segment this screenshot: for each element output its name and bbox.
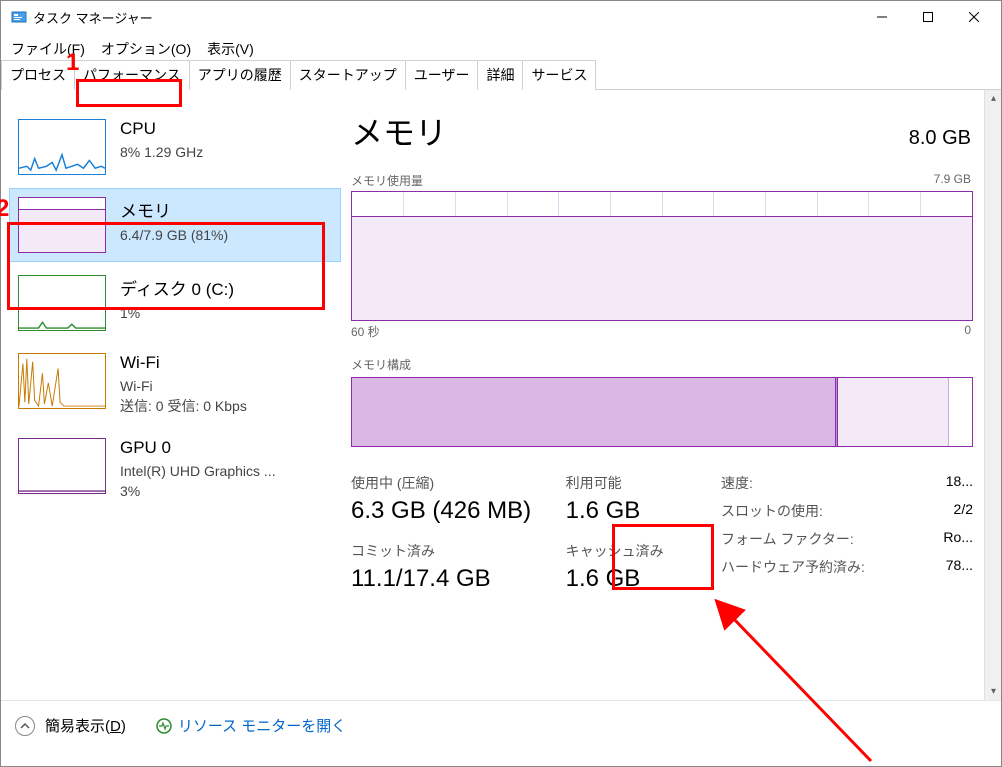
- minimize-button[interactable]: [859, 2, 905, 32]
- simple-view-link[interactable]: 簡易表示(D): [45, 715, 126, 736]
- tab-users[interactable]: ユーザー: [405, 60, 479, 90]
- menu-file[interactable]: ファイル(F): [3, 35, 93, 59]
- chevron-up-icon: [20, 721, 30, 731]
- wifi-text: Wi-Fi Wi-Fi 送信: 0 受信: 0 Kbps: [120, 353, 247, 416]
- sidebar-item-disk[interactable]: ディスク 0 (C:) 1%: [9, 266, 341, 340]
- gpu-text: GPU 0 Intel(R) UHD Graphics ... 3%: [120, 438, 276, 501]
- resource-monitor-icon: [156, 718, 172, 734]
- usage-label: メモリ使用量: [351, 172, 423, 189]
- cached-label: キャッシュ済み: [566, 541, 721, 561]
- sidebar-item-gpu[interactable]: GPU 0 Intel(R) UHD Graphics ... 3%: [9, 429, 341, 510]
- detail-total: 8.0 GB: [909, 127, 971, 150]
- committed-value: 11.1/17.4 GB: [351, 565, 566, 593]
- wifi-sub1: Wi-Fi: [120, 377, 247, 397]
- wifi-sub2: 送信: 0 受信: 0 Kbps: [120, 397, 247, 417]
- disk-thumb: [18, 275, 106, 331]
- gpu-sub2: 3%: [120, 482, 276, 502]
- form-label: フォーム ファクター:: [721, 529, 854, 549]
- cpu-title: CPU: [120, 119, 203, 139]
- menu-view[interactable]: 表示(V): [199, 35, 262, 59]
- sidebar-item-wifi[interactable]: Wi-Fi Wi-Fi 送信: 0 受信: 0 Kbps: [9, 344, 341, 425]
- memory-composition: [351, 377, 973, 447]
- reserved-label: ハードウェア予約済み:: [721, 557, 865, 577]
- close-button[interactable]: [951, 2, 997, 32]
- detail-panel: ▴ ▾ メモリ 8.0 GB メモリ使用量 7.9 GB 60 秒 0 メモリ構…: [341, 90, 1001, 700]
- collapse-button[interactable]: [15, 716, 35, 736]
- tabrow: プロセス パフォーマンス アプリの履歴 スタートアップ ユーザー 詳細 サービス: [1, 59, 1001, 90]
- memory-usage-chart: [351, 191, 973, 321]
- avail-label: 利用可能: [566, 473, 721, 493]
- footer: 簡易表示(D) リソース モニターを開く: [1, 700, 1001, 750]
- speed-label: 速度:: [721, 473, 753, 493]
- slots-label: スロットの使用:: [721, 501, 823, 521]
- tab-performance[interactable]: パフォーマンス: [74, 60, 190, 90]
- memory-thumb: [18, 197, 106, 253]
- annotation-number-2: 2: [0, 195, 9, 223]
- usage-max: 7.9 GB: [934, 172, 971, 189]
- inuse-value: 6.3 GB (426 MB): [351, 497, 566, 525]
- disk-text: ディスク 0 (C:) 1%: [120, 275, 234, 324]
- scroll-up-icon[interactable]: ▴: [985, 90, 1002, 107]
- cpu-thumb: [18, 119, 106, 175]
- memory-text: メモリ 6.4/7.9 GB (81%): [120, 197, 228, 246]
- memory-sub: 6.4/7.9 GB (81%): [120, 226, 228, 246]
- scrollbar[interactable]: ▴ ▾: [984, 90, 1001, 700]
- axis-left: 60 秒: [351, 323, 380, 340]
- tab-services[interactable]: サービス: [522, 60, 596, 90]
- detail-title: メモリ: [351, 108, 447, 154]
- sidebar: CPU 8% 1.29 GHz メモリ 6.4/7.9 GB (81%) ディス…: [1, 90, 341, 700]
- gpu-title: GPU 0: [120, 438, 276, 458]
- comp-label: メモリ構成: [351, 356, 1001, 373]
- tab-details[interactable]: 詳細: [477, 60, 523, 90]
- resource-monitor-link[interactable]: リソース モニターを開く: [156, 715, 346, 736]
- disk-title: ディスク 0 (C:): [120, 275, 234, 300]
- tab-startup[interactable]: スタートアップ: [290, 60, 406, 90]
- tab-processes[interactable]: プロセス: [1, 60, 75, 90]
- titlebar: タスク マネージャー: [1, 1, 1001, 33]
- wifi-title: Wi-Fi: [120, 353, 247, 373]
- menubar: ファイル(F) オプション(O) 表示(V): [1, 33, 1001, 59]
- scroll-down-icon[interactable]: ▾: [985, 683, 1002, 700]
- gpu-sub1: Intel(R) UHD Graphics ...: [120, 462, 276, 482]
- memory-title: メモリ: [120, 197, 228, 222]
- annotation-number-1: 1: [66, 49, 79, 77]
- speed-val: 18...: [946, 473, 973, 493]
- cached-value: 1.6 GB: [566, 565, 721, 593]
- sidebar-item-memory[interactable]: メモリ 6.4/7.9 GB (81%): [9, 188, 341, 262]
- gpu-thumb: [18, 438, 106, 494]
- reserved-val: 78...: [946, 557, 973, 577]
- slots-val: 2/2: [954, 501, 973, 521]
- axis-right: 0: [964, 323, 971, 340]
- resource-monitor-label: リソース モニターを開く: [178, 715, 346, 736]
- content: CPU 8% 1.29 GHz メモリ 6.4/7.9 GB (81%) ディス…: [1, 90, 1001, 700]
- window-title: タスク マネージャー: [33, 8, 859, 27]
- committed-label: コミット済み: [351, 541, 566, 561]
- menu-options[interactable]: オプション(O): [93, 35, 199, 59]
- tab-app-history[interactable]: アプリの履歴: [189, 60, 291, 90]
- disk-sub: 1%: [120, 304, 234, 324]
- form-val: Ro...: [943, 529, 973, 549]
- app-icon: [11, 9, 27, 25]
- sidebar-item-cpu[interactable]: CPU 8% 1.29 GHz: [9, 110, 341, 184]
- wifi-thumb: [18, 353, 106, 409]
- maximize-button[interactable]: [905, 2, 951, 32]
- cpu-sub: 8% 1.29 GHz: [120, 143, 203, 163]
- cpu-text: CPU 8% 1.29 GHz: [120, 119, 203, 163]
- inuse-label: 使用中 (圧縮): [351, 473, 566, 493]
- avail-value: 1.6 GB: [566, 497, 721, 525]
